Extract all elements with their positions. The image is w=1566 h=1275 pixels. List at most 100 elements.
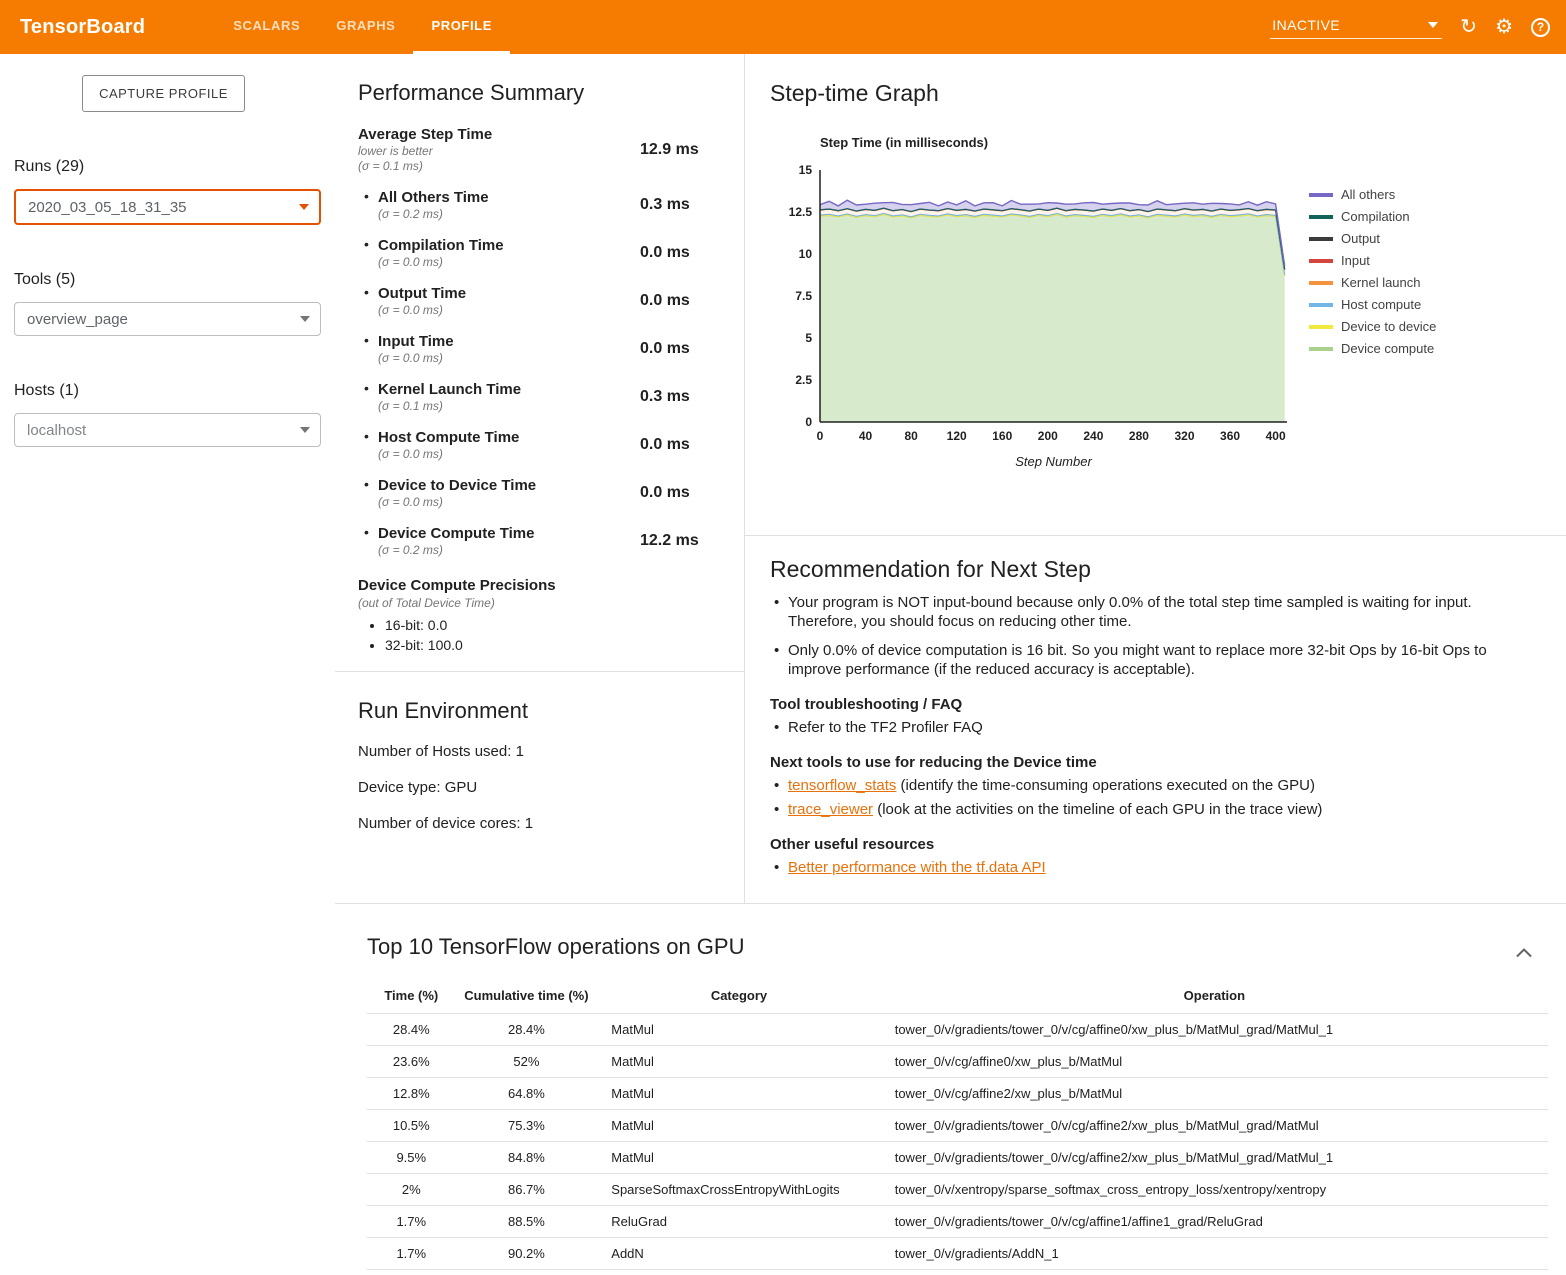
- settings-icon[interactable]: ⚙: [1495, 17, 1513, 37]
- chart-legend: All others Compilation Output Input Kernel l…: [1309, 187, 1436, 477]
- rec-subsections: Tool troubleshooting / FAQ •Refer to the …: [770, 696, 1521, 877]
- table-row: 1.7%90.2%AddNtower_0/v/gradients/AddN_1: [367, 1238, 1548, 1270]
- metric-value: 0.0 ms: [640, 340, 690, 358]
- legend-item: Compilation: [1309, 209, 1436, 224]
- device-compute-precisions: Device Compute Precisions (out of Total …: [358, 577, 726, 655]
- legend-label: Compilation: [1341, 209, 1410, 224]
- metric-value: 0.0 ms: [640, 244, 690, 262]
- legend-label: Device to device: [1341, 319, 1436, 334]
- svg-text:10: 10: [799, 247, 813, 261]
- tools-dropdown[interactable]: overview_page: [14, 302, 321, 336]
- chevron-up-icon: [1516, 947, 1532, 958]
- metric-row: •All Others Time(σ = 0.2 ms)0.3 ms: [358, 181, 726, 229]
- performance-summary-section: Performance Summary Average Step Timelow…: [335, 54, 745, 903]
- metrics-list: Average Step Timelower is better(σ = 0.1…: [358, 118, 726, 565]
- collapse-button[interactable]: [1512, 942, 1536, 965]
- table-row: 12.8%64.8%MatMultower_0/v/cg/affine2/xw_…: [367, 1078, 1548, 1110]
- column-header: Time (%): [367, 982, 456, 1014]
- svg-text:12.5: 12.5: [789, 205, 813, 219]
- legend-label: Kernel launch: [1341, 275, 1421, 290]
- list-item: •trace_viewer (look at the activities on…: [770, 800, 1521, 819]
- legend-item: All others: [1309, 187, 1436, 202]
- metric-value: 0.3 ms: [640, 196, 690, 214]
- legend-swatch: [1309, 347, 1333, 351]
- top-ops-section: Top 10 TensorFlow operations on GPU Time…: [335, 903, 1566, 1275]
- svg-text:280: 280: [1129, 429, 1149, 443]
- status-dropdown[interactable]: INACTIVE: [1270, 15, 1442, 39]
- refresh-icon[interactable]: ↻: [1460, 17, 1477, 37]
- step-time-graph-section: Step-time Graph Step Time (in millisecon…: [745, 54, 1566, 536]
- svg-text:7.5: 7.5: [795, 289, 812, 303]
- hosts-dropdown[interactable]: localhost: [14, 413, 321, 447]
- rec-subheading: Other useful resources: [770, 836, 1521, 853]
- topbar-actions: INACTIVE ↻ ⚙ ?: [1270, 15, 1550, 39]
- runs-dropdown-value: 2020_03_05_18_31_35: [28, 199, 187, 216]
- table-row: 28.4%28.4%MatMultower_0/v/gradients/towe…: [367, 1014, 1548, 1046]
- tools-label: Tools (5): [14, 271, 335, 289]
- precisions-items: 16-bit: 0.032-bit: 100.0: [358, 615, 726, 655]
- metric-row: Average Step Timelower is better(σ = 0.1…: [358, 118, 726, 181]
- better-performance-with-the-tf-data-api-link[interactable]: Better performance with the tf.data API: [788, 859, 1046, 876]
- metric-row: •Device to Device Time(σ = 0.0 ms)0.0 ms: [358, 469, 726, 517]
- table-row: 1.7%91.9%ApplyGradientDescentappend_appl…: [367, 1270, 1548, 1275]
- legend-label: Input: [1341, 253, 1370, 268]
- svg-text:0: 0: [817, 429, 824, 443]
- top-ops-table: Time (%)Cumulative time (%)CategoryOpera…: [367, 982, 1548, 1275]
- nav-tabs: SCALARSGRAPHSPROFILE: [215, 0, 510, 54]
- svg-text:120: 120: [947, 429, 967, 443]
- trace-viewer-link[interactable]: trace_viewer: [788, 801, 873, 818]
- legend-label: All others: [1341, 187, 1395, 202]
- chevron-down-icon: [300, 316, 310, 322]
- table-body: 28.4%28.4%MatMultower_0/v/gradients/towe…: [367, 1014, 1548, 1275]
- legend-swatch: [1309, 281, 1333, 285]
- capture-profile-button[interactable]: CAPTURE PROFILE: [82, 75, 245, 112]
- list-item: •tensorflow_stats (identify the time-con…: [770, 776, 1521, 795]
- sidebar: CAPTURE PROFILE Runs (29) 2020_03_05_18_…: [0, 54, 335, 1275]
- svg-text:80: 80: [904, 429, 918, 443]
- performance-summary-title: Performance Summary: [358, 80, 726, 106]
- tab-graphs[interactable]: GRAPHS: [318, 0, 413, 54]
- chevron-down-icon: [1428, 22, 1438, 28]
- table-row: 10.5%75.3%MatMultower_0/v/gradients/towe…: [367, 1110, 1548, 1142]
- tab-scalars[interactable]: SCALARS: [215, 0, 318, 54]
- rec-subheading: Next tools to use for reducing the Devic…: [770, 754, 1521, 771]
- hosts-label: Hosts (1): [14, 382, 335, 400]
- column-header: Category: [597, 982, 880, 1014]
- chevron-down-icon: [299, 204, 309, 210]
- svg-text:240: 240: [1083, 429, 1103, 443]
- chart-title: Step Time (in milliseconds): [820, 135, 1295, 150]
- recommendation-title: Recommendation for Next Step: [770, 556, 1521, 583]
- recommendation-section: Recommendation for Next Step •Your progr…: [745, 536, 1566, 882]
- runs-label: Runs (29): [14, 158, 335, 176]
- table-row: 23.6%52%MatMultower_0/v/cg/affine0/xw_pl…: [367, 1046, 1548, 1078]
- legend-label: Output: [1341, 231, 1380, 246]
- legend-label: Device compute: [1341, 341, 1434, 356]
- tab-profile[interactable]: PROFILE: [413, 0, 510, 54]
- chart-box: Step Time (in milliseconds) 02.557.51012…: [770, 135, 1295, 477]
- rec-subheading: Tool troubleshooting / FAQ: [770, 696, 1521, 713]
- legend-swatch: [1309, 237, 1333, 241]
- metric-row: •Host Compute Time(σ = 0.0 ms)0.0 ms: [358, 421, 726, 469]
- svg-text:360: 360: [1220, 429, 1240, 443]
- metric-row: •Compilation Time(σ = 0.0 ms)0.0 ms: [358, 229, 726, 277]
- hosts-dropdown-value: localhost: [27, 422, 86, 439]
- runs-dropdown[interactable]: 2020_03_05_18_31_35: [14, 189, 321, 225]
- svg-text:15: 15: [799, 163, 813, 177]
- svg-text:Step Number: Step Number: [1015, 454, 1092, 469]
- legend-swatch: [1309, 259, 1333, 263]
- svg-text:200: 200: [1038, 429, 1058, 443]
- svg-text:0: 0: [805, 415, 812, 429]
- chevron-down-icon: [300, 427, 310, 433]
- list-item: •Refer to the TF2 Profiler FAQ: [770, 718, 1521, 737]
- help-icon[interactable]: ?: [1531, 18, 1550, 37]
- column-header: Cumulative time (%): [456, 982, 598, 1014]
- run-environment-title: Run Environment: [358, 698, 726, 724]
- precisions-title: Device Compute Precisions: [358, 577, 726, 594]
- table-header-row: Time (%)Cumulative time (%)CategoryOpera…: [367, 982, 1548, 1014]
- legend-item: Host compute: [1309, 297, 1436, 312]
- legend-item: Output: [1309, 231, 1436, 246]
- legend-swatch: [1309, 193, 1333, 197]
- metric-row: •Kernel Launch Time(σ = 0.1 ms)0.3 ms: [358, 373, 726, 421]
- tensorflow-stats-link[interactable]: tensorflow_stats: [788, 777, 896, 794]
- table-row: 2%86.7%SparseSoftmaxCrossEntropyWithLogi…: [367, 1174, 1548, 1206]
